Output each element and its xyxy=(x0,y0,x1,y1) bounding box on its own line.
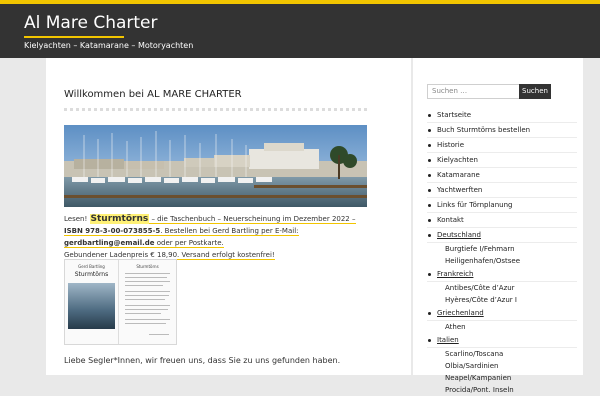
text-line xyxy=(125,309,168,310)
menu-group-frankreich[interactable]: Frankreich xyxy=(427,267,577,282)
menu-item-startseite[interactable]: Startseite xyxy=(427,108,577,123)
text-line xyxy=(125,285,163,286)
menu-sub-item[interactable]: Heiligenhafen/Ostsee xyxy=(427,255,577,267)
menu-sub-item[interactable]: Hyères/Côte d’Azur I xyxy=(427,294,577,306)
postal-text: oder per Postkarte. xyxy=(154,239,224,248)
post-title: Willkommen bei AL MARE CHARTER xyxy=(64,89,242,100)
menu-sub-item[interactable]: Procida/Pont. Inseln xyxy=(427,384,577,396)
title-divider xyxy=(64,108,367,111)
order-text: . Bestellen bei Gerd Bartling per E-Mail… xyxy=(160,227,299,236)
text-line xyxy=(149,334,169,335)
contact-email[interactable]: gerdbartling@email.de xyxy=(64,239,155,248)
text-line xyxy=(125,305,170,306)
menu-sub-item[interactable]: Burgtiefe I/Fehmarn xyxy=(427,243,577,255)
menu-sub-item[interactable]: Antibes/Côte d’Azur xyxy=(427,282,577,294)
text-line xyxy=(125,295,169,296)
text-line xyxy=(125,281,170,282)
text-line xyxy=(125,277,167,278)
intro-mid: – die Taschenbuch – Neuerscheinung im De… xyxy=(149,215,356,224)
sidebar-menu: Startseite Buch Sturmtörns bestellen His… xyxy=(427,108,577,396)
menu-item-links-toernplanung[interactable]: Links für Törnplanung xyxy=(427,198,577,213)
book-announcement: Lesen! Sturmtörns – die Taschenbuch – Ne… xyxy=(64,213,367,261)
book-back-title: Sturmtörns xyxy=(136,264,159,269)
book-author: Gerd Bartling xyxy=(78,264,105,269)
title-underline xyxy=(24,36,124,38)
book-back-page: Sturmtörns xyxy=(119,260,176,344)
book-name-highlight: Sturmtörns xyxy=(89,214,150,224)
marina-banner-image xyxy=(64,125,367,207)
menu-group-italien[interactable]: Italien xyxy=(427,333,577,348)
menu-group-griechenland[interactable]: Griechenland xyxy=(427,306,577,321)
menu-item-yachtwerften[interactable]: Yachtwerften xyxy=(427,183,577,198)
site-title[interactable]: Al Mare Charter xyxy=(24,13,158,33)
search-button[interactable]: Suchen xyxy=(519,84,551,99)
menu-sub-item[interactable]: Athen xyxy=(427,321,577,333)
menu-sub-item[interactable]: Olbia/Sardinien xyxy=(427,360,577,372)
text-line xyxy=(125,299,165,300)
text-line xyxy=(125,319,170,320)
book-cover: Gerd Bartling Sturmtörns xyxy=(65,260,119,344)
site-header: Al Mare Charter Kielyachten – Katamarane… xyxy=(0,4,600,58)
menu-item-historie[interactable]: Historie xyxy=(427,138,577,153)
intro-lead: Lesen! xyxy=(64,215,90,223)
text-line xyxy=(125,291,170,292)
text-line xyxy=(125,273,170,274)
menu-item-buch-bestellen[interactable]: Buch Sturmtörns bestellen xyxy=(427,123,577,138)
menu-item-kontakt[interactable]: Kontakt xyxy=(427,213,577,228)
book-preview-image: Gerd Bartling Sturmtörns Sturmtörns xyxy=(64,259,177,345)
menu-sub-item[interactable]: Neapel/Kampanien xyxy=(427,372,577,384)
sidebar: Suchen … Suchen Startseite Buch Sturmtör… xyxy=(413,58,583,394)
marina-photo xyxy=(64,125,367,207)
menu-sub-item[interactable]: Scarlino/Toscana xyxy=(427,348,577,360)
search-input[interactable]: Suchen … xyxy=(427,84,525,99)
text-line xyxy=(125,323,166,324)
welcome-text: Liebe Segler*Innen, wir freuen uns, dass… xyxy=(64,356,341,365)
menu-item-katamarane[interactable]: Katamarane xyxy=(427,168,577,183)
main-content: Willkommen bei AL MARE CHARTER Lesen! St… xyxy=(46,58,411,375)
menu-group-deutschland[interactable]: Deutschland xyxy=(427,228,577,243)
text-line xyxy=(125,313,161,314)
book-title: Sturmtörns xyxy=(74,271,109,278)
isbn-text: ISBN 978-3-00-073855-5 xyxy=(64,227,161,236)
site-tagline: Kielyachten – Katamarane – Motoryachten xyxy=(24,41,194,50)
menu-item-kielyachten[interactable]: Kielyachten xyxy=(427,153,577,168)
book-cover-photo xyxy=(68,283,115,329)
